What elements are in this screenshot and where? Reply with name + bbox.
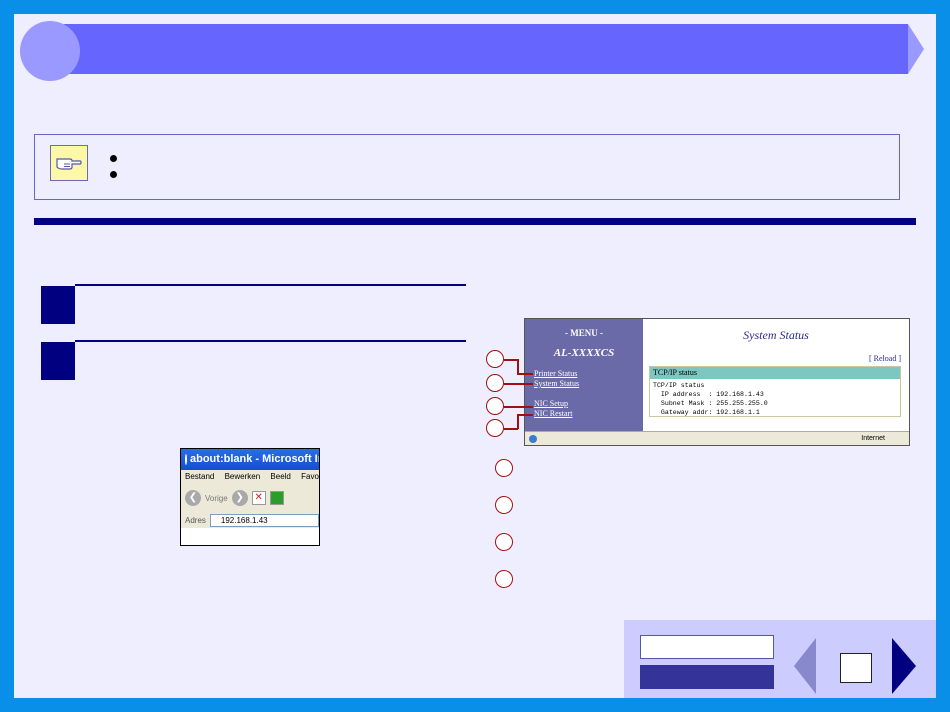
callout-3 bbox=[486, 397, 504, 415]
step-2-number bbox=[41, 342, 75, 380]
internet-zone: Internet bbox=[861, 435, 885, 442]
tcp-line: TCP/IP status bbox=[653, 382, 705, 389]
link-nic-setup[interactable]: NIC Setup bbox=[534, 399, 568, 408]
next-page-arrow-icon[interactable] bbox=[892, 638, 916, 694]
browser-toolbar: ❮ Vorige ❯ ✕ bbox=[181, 484, 319, 512]
web-menu-panel: - MENU - AL-XXXXCS Printer Status System… bbox=[525, 319, 643, 431]
stop-icon[interactable]: ✕ bbox=[251, 491, 266, 505]
address-input[interactable]: 192.168.1.43 bbox=[209, 513, 319, 527]
callout-leader bbox=[517, 414, 519, 429]
address-bar: Adres 192.168.1.43 bbox=[181, 512, 319, 528]
step-2-line bbox=[75, 340, 466, 342]
note-box bbox=[34, 134, 900, 200]
section-divider bbox=[34, 218, 916, 225]
page-number-box bbox=[840, 653, 872, 683]
tcp-line: Subnet Mask : 255.255.255.0 bbox=[653, 400, 768, 407]
title-banner bbox=[58, 24, 924, 74]
forward-arrow-icon[interactable]: ❯ bbox=[231, 490, 248, 506]
system-status-title: System Status bbox=[743, 328, 809, 342]
callout-leader bbox=[504, 359, 518, 361]
callout-leader bbox=[517, 359, 519, 374]
callout-leader bbox=[517, 414, 533, 416]
tcp-status-body: TCP/IP status IP address : 192.168.1.43 … bbox=[650, 379, 900, 419]
index-button[interactable] bbox=[640, 665, 774, 689]
step-1-line bbox=[75, 284, 466, 286]
tcp-line: IP address : 192.168.1.43 bbox=[653, 391, 764, 398]
page-icon bbox=[529, 435, 537, 443]
ie-logo-icon bbox=[185, 454, 187, 465]
browser-title: about:blank - Microsoft Inte bbox=[190, 453, 320, 465]
address-label: Adres bbox=[185, 515, 206, 525]
reload-link[interactable]: [ Reload ] bbox=[869, 354, 901, 363]
page: about:blank - Microsoft Inte Bestand Bew… bbox=[14, 14, 936, 698]
tcp-status-box: TCP/IP status TCP/IP status IP address :… bbox=[649, 366, 901, 417]
callout-leader bbox=[504, 406, 533, 408]
back-arrow-icon[interactable]: ❮ bbox=[185, 490, 201, 506]
link-system-status[interactable]: System Status bbox=[534, 379, 579, 388]
contents-button[interactable] bbox=[640, 635, 774, 659]
title-circle-decoration bbox=[20, 21, 80, 81]
browser-title-bar: about:blank - Microsoft Inte bbox=[181, 449, 319, 470]
menu-favorieten[interactable]: Favo bbox=[301, 472, 319, 481]
title-bar bbox=[58, 24, 908, 74]
browser-screenshot: about:blank - Microsoft Inte Bestand Bew… bbox=[180, 448, 320, 546]
system-status-screenshot: - MENU - AL-XXXXCS Printer Status System… bbox=[524, 318, 910, 446]
browser-menu-bar: Bestand Bewerken Beeld Favo bbox=[181, 470, 319, 484]
note-bullet-2 bbox=[110, 171, 117, 178]
legend-callout-4 bbox=[495, 570, 513, 588]
menu-bewerken[interactable]: Bewerken bbox=[225, 472, 261, 481]
pointing-hand-icon bbox=[50, 145, 88, 181]
callout-4 bbox=[486, 419, 504, 437]
legend-callout-2 bbox=[495, 496, 513, 514]
legend-callout-1 bbox=[495, 459, 513, 477]
menu-bestand[interactable]: Bestand bbox=[185, 472, 214, 481]
previous-page-arrow-icon[interactable] bbox=[794, 638, 816, 694]
callout-leader bbox=[517, 373, 533, 375]
back-label[interactable]: Vorige bbox=[205, 494, 228, 503]
navigation-panel bbox=[624, 620, 936, 698]
callout-1 bbox=[486, 350, 504, 368]
web-main-panel: System Status [ Reload ] TCP/IP status T… bbox=[643, 319, 909, 431]
title-arrow bbox=[908, 24, 924, 74]
tcp-line: Gateway addr: 192.168.1.1 bbox=[653, 409, 760, 416]
tcp-status-header: TCP/IP status bbox=[650, 367, 900, 379]
callout-leader bbox=[504, 428, 518, 430]
legend-callout-3 bbox=[495, 533, 513, 551]
callout-leader bbox=[504, 383, 533, 385]
link-nic-restart[interactable]: NIC Restart bbox=[534, 409, 572, 418]
menu-beeld[interactable]: Beeld bbox=[270, 472, 290, 481]
refresh-icon[interactable] bbox=[269, 491, 284, 505]
step-1-number bbox=[41, 286, 75, 324]
note-bullet-1 bbox=[110, 155, 117, 162]
link-printer-status[interactable]: Printer Status bbox=[534, 369, 577, 378]
web-menu-title: - MENU - bbox=[565, 328, 603, 338]
browser-status-bar: Internet bbox=[525, 431, 909, 445]
callout-2 bbox=[486, 374, 504, 392]
printer-model: AL-XXXXCS bbox=[553, 347, 615, 359]
